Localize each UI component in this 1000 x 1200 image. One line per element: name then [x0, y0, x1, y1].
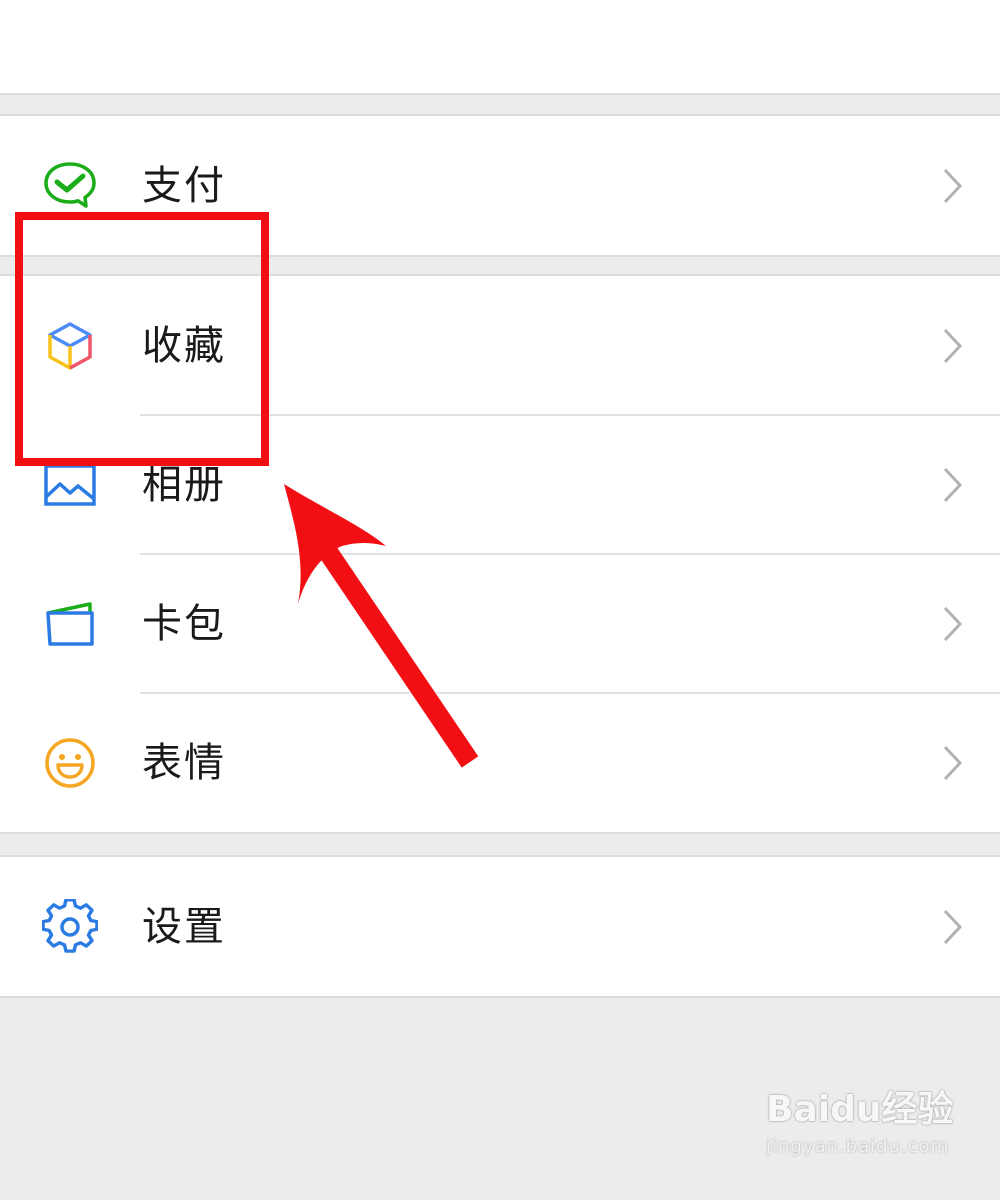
card-wallet-icon: [42, 596, 98, 652]
arrow-annotation-icon: [284, 484, 479, 768]
menu-item-label: 表情: [142, 740, 226, 786]
settings-gear-icon: [42, 899, 98, 955]
watermark-sub-text: jingyan.baidu.com: [766, 1136, 950, 1157]
chevron-right-icon: [938, 604, 966, 644]
top-blank-area: [0, 0, 1000, 95]
watermark-main-text: Baidu经验: [766, 1089, 954, 1130]
highlight-box-annotation: [15, 212, 269, 466]
menu-item-stickers[interactable]: 表情: [0, 692, 1000, 832]
wechat-pay-icon: [42, 158, 98, 214]
chevron-right-icon: [938, 743, 966, 783]
menu-item-settings[interactable]: 设置: [0, 857, 1000, 996]
chevron-right-icon: [938, 907, 966, 947]
menu-item-label: 支付: [142, 163, 226, 209]
chevron-right-icon: [938, 465, 966, 505]
menu-item-label: 设置: [142, 904, 226, 950]
menu-item-label: 相册: [142, 462, 226, 508]
menu-item-label: 卡包: [142, 601, 226, 647]
sticker-smile-icon: [42, 735, 98, 791]
baidu-jingyan-watermark: Baidu经验 jingyan.baidu.com: [766, 1088, 966, 1184]
menu-item-card-wallet[interactable]: 卡包: [0, 553, 1000, 693]
chevron-right-icon: [938, 166, 966, 206]
chevron-right-icon: [938, 326, 966, 366]
menu-group-settings: 设置: [0, 855, 1000, 998]
